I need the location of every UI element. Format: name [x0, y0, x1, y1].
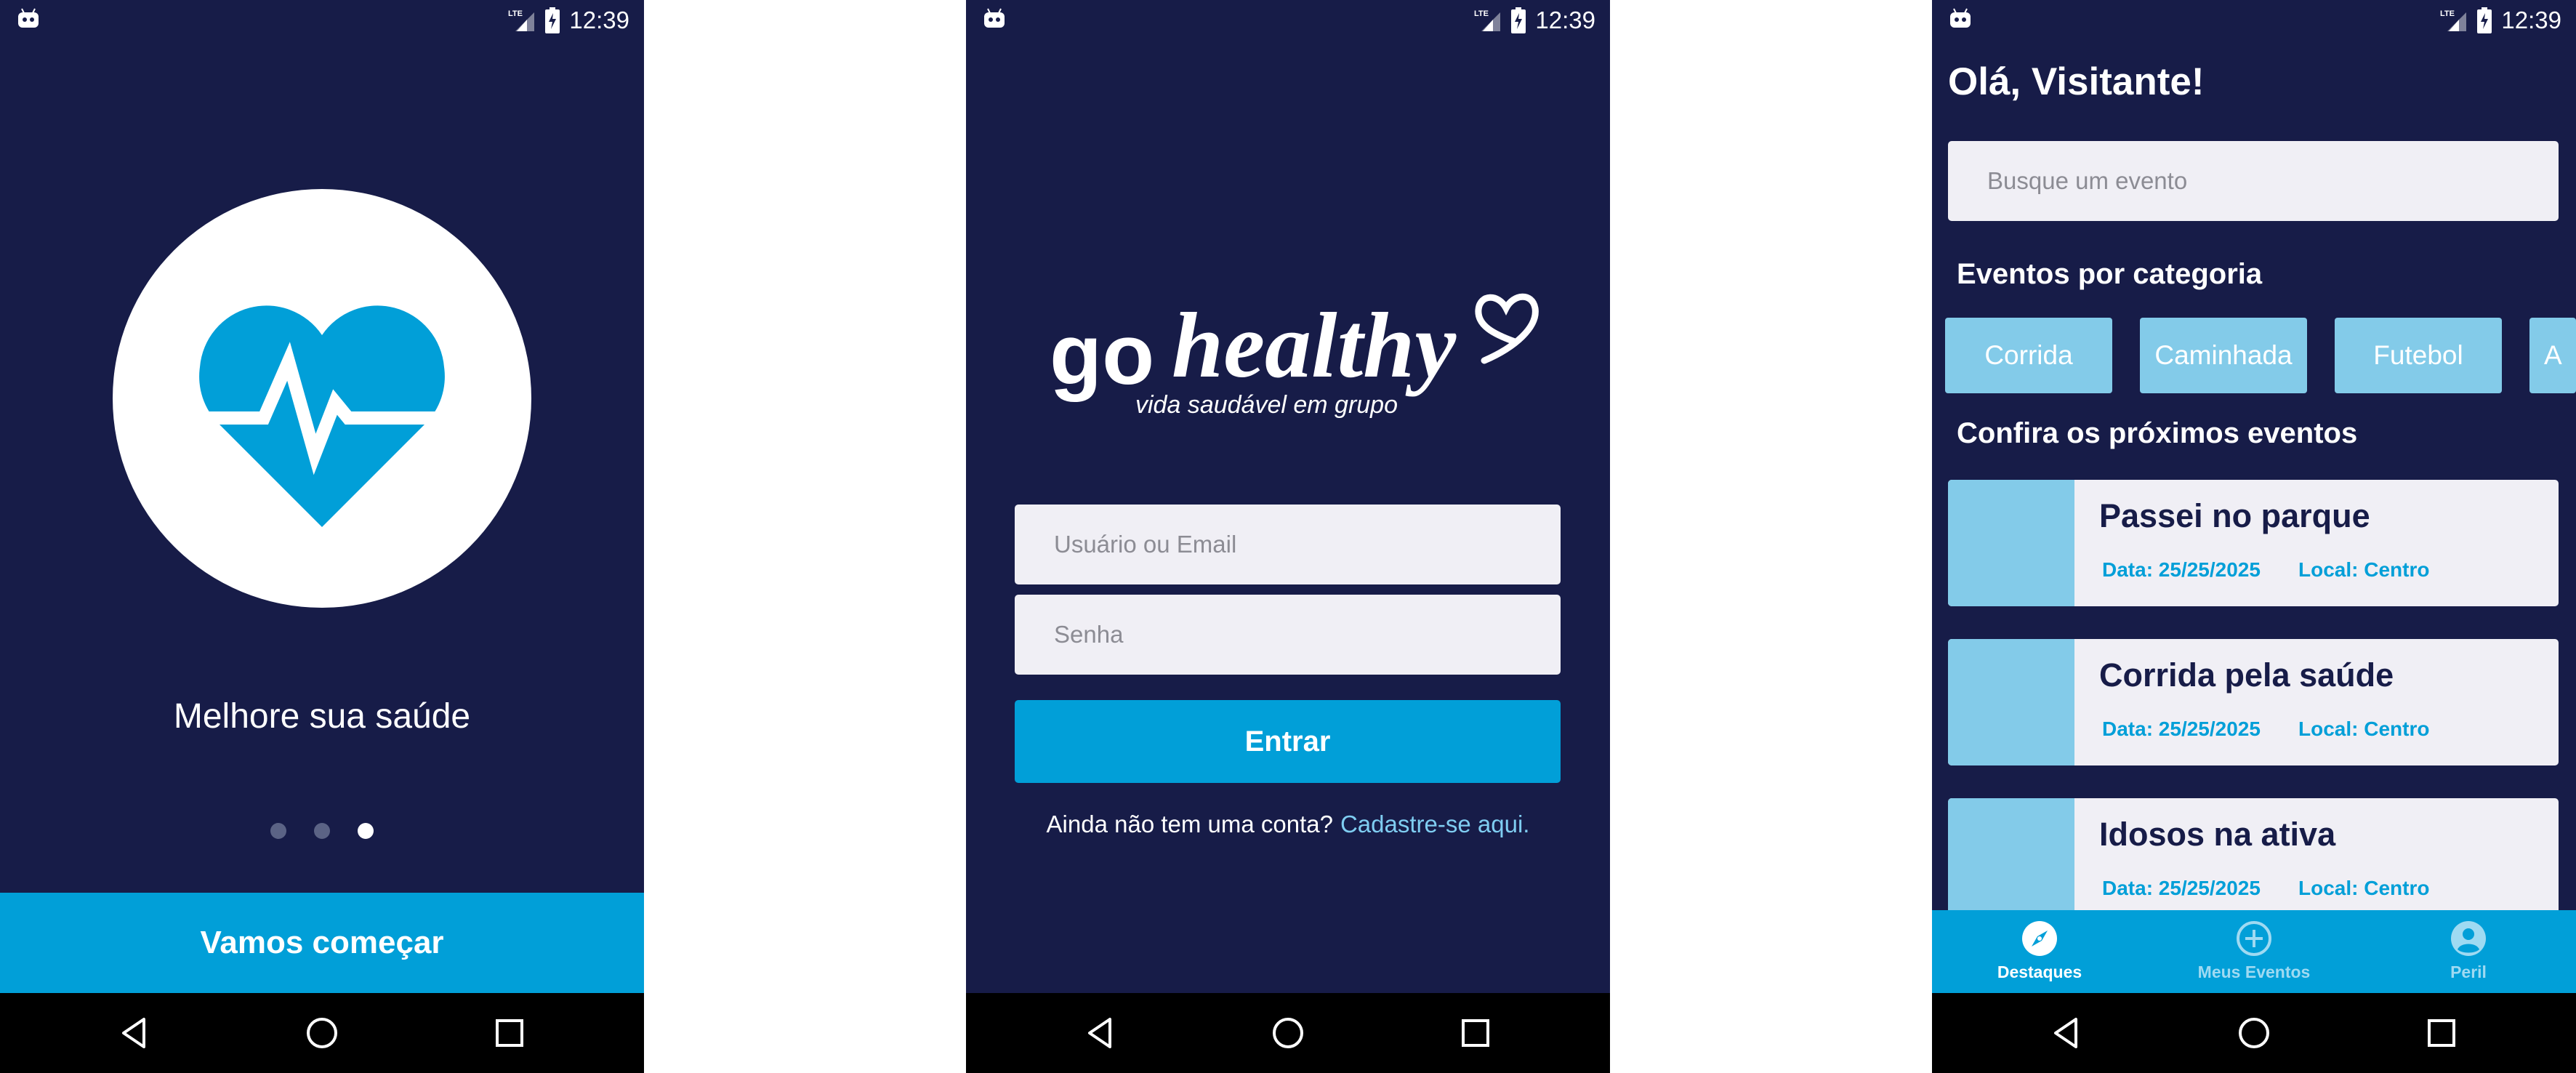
- svg-text:LTE: LTE: [2440, 9, 2455, 18]
- lte-signal-icon: LTE: [1474, 9, 1501, 31]
- tab-meus-eventos[interactable]: Meus Eventos: [2181, 919, 2327, 992]
- event-card[interactable]: Idosos na ativa Data: 25/25/2025 Local: …: [1948, 798, 2559, 925]
- status-bar: LTE 12:39: [1932, 0, 2576, 39]
- event-card[interactable]: Corrida pela saúde Data: 25/25/2025 Loca…: [1948, 639, 2559, 765]
- recent-apps-icon[interactable]: [1457, 1015, 1494, 1051]
- event-title: Idosos na ativa: [2099, 816, 2336, 853]
- page-dot-3[interactable]: [358, 823, 374, 839]
- logo-tagline: vida saudável em grupo: [1135, 391, 1398, 419]
- logo-word-go: go: [1050, 307, 1154, 403]
- signup-prompt: Ainda não tem uma conta?: [1046, 811, 1333, 837]
- tab-label: Meus Eventos: [2197, 963, 2311, 981]
- android-debug-icon: [18, 8, 39, 28]
- onboarding-screen: LTE 12:39 Melhore sua saúde Vamos começa…: [0, 0, 644, 1073]
- tab-label: Destaques: [1997, 963, 2082, 981]
- system-nav-bar: [0, 993, 644, 1073]
- login-button[interactable]: Entrar: [1015, 700, 1561, 783]
- login-background: LTE 12:39 go healthy vida saudável em gr…: [966, 0, 1610, 993]
- event-date: Data: 25/25/2025: [2102, 877, 2261, 899]
- home-screen: LTE 12:39 Olá, Visitante! Busque um even…: [1932, 0, 2576, 1073]
- home-background: LTE 12:39 Olá, Visitante! Busque um even…: [1932, 0, 2576, 993]
- battery-charging-icon: [2477, 7, 2492, 33]
- compass-icon: [2022, 921, 2057, 956]
- recent-apps-icon[interactable]: [2423, 1015, 2460, 1051]
- event-date: Data: 25/25/2025: [2102, 718, 2261, 740]
- home-icon[interactable]: [304, 1015, 340, 1051]
- tab-destaques[interactable]: Destaques: [1967, 919, 2112, 992]
- recent-apps-icon[interactable]: [491, 1015, 528, 1051]
- categories-title: Eventos por categoria: [1957, 258, 2263, 290]
- event-title: Passei no parque: [2099, 497, 2370, 534]
- page-dot-1[interactable]: [270, 823, 286, 839]
- status-bar: LTE 12:39: [966, 0, 1610, 39]
- category-chip-futebol[interactable]: Futebol: [2335, 318, 2502, 393]
- logo-word-healthy: healthy: [1172, 294, 1457, 397]
- event-location: Local: Centro: [2298, 558, 2430, 581]
- back-icon[interactable]: [116, 1015, 153, 1051]
- event-title: Corrida pela saúde: [2099, 656, 2394, 694]
- tab-label: Peril: [2450, 963, 2487, 981]
- bottom-tab-bar: Destaques Meus Eventos Peril: [1932, 910, 2576, 993]
- event-thumbnail: [1948, 798, 2074, 925]
- event-thumbnail: [1948, 480, 2074, 606]
- battery-charging-icon: [545, 7, 560, 33]
- onboarding-title: Melhore sua saúde: [173, 697, 471, 736]
- event-location: Local: Centro: [2298, 718, 2430, 740]
- category-chip-partial[interactable]: A: [2529, 318, 2576, 393]
- event-thumbnail: [1948, 639, 2074, 765]
- system-nav-bar: [966, 993, 1610, 1073]
- password-field[interactable]: Senha: [1015, 595, 1561, 675]
- signup-prompt-line: Ainda não tem uma conta? Cadastre-se aqui…: [966, 811, 1610, 838]
- page-indicator: [0, 823, 644, 839]
- event-location: Local: Centro: [2298, 877, 2430, 899]
- android-debug-icon: [984, 8, 1005, 28]
- heart-pulse-icon: [193, 305, 451, 527]
- svg-text:LTE: LTE: [508, 9, 523, 18]
- username-field[interactable]: Usuário ou Email: [1015, 505, 1561, 584]
- back-icon[interactable]: [1082, 1015, 1119, 1051]
- add-circle-icon: [2237, 921, 2271, 956]
- status-time: 12:39: [569, 7, 629, 33]
- events-title: Confira os próximos eventos: [1957, 417, 2358, 449]
- page-dot-2[interactable]: [314, 823, 330, 839]
- event-date: Data: 25/25/2025: [2102, 558, 2261, 581]
- status-time: 12:39: [2501, 7, 2561, 33]
- search-input[interactable]: Busque um evento: [1948, 141, 2559, 221]
- battery-charging-icon: [1511, 7, 1526, 33]
- greeting-title: Olá, Visitante!: [1948, 60, 2205, 103]
- onboarding-background: LTE 12:39 Melhore sua saúde Vamos começa…: [0, 0, 644, 993]
- category-chip-caminhada[interactable]: Caminhada: [2140, 318, 2307, 393]
- profile-icon: [2451, 921, 2486, 956]
- gohealthy-logo: go healthy vida saudável em grupo: [1050, 293, 1539, 419]
- tab-perfil[interactable]: Peril: [2396, 919, 2541, 992]
- start-button[interactable]: Vamos começar: [0, 893, 644, 993]
- lte-signal-icon: LTE: [508, 9, 535, 31]
- system-nav-bar: [1932, 993, 2576, 1073]
- svg-text:LTE: LTE: [1474, 9, 1489, 18]
- event-card[interactable]: Passei no parque Data: 25/25/2025 Local:…: [1948, 480, 2559, 606]
- back-icon[interactable]: [2048, 1015, 2085, 1051]
- category-chip-corrida[interactable]: Corrida: [1945, 318, 2112, 393]
- android-debug-icon: [1950, 8, 1971, 28]
- home-icon[interactable]: [1270, 1015, 1306, 1051]
- home-icon[interactable]: [2236, 1015, 2272, 1051]
- status-bar: LTE 12:39: [0, 0, 644, 39]
- signup-link[interactable]: Cadastre-se aqui.: [1340, 811, 1529, 837]
- lte-signal-icon: LTE: [2440, 9, 2467, 31]
- status-time: 12:39: [1535, 7, 1595, 33]
- login-screen: LTE 12:39 go healthy vida saudável em gr…: [966, 0, 1610, 1073]
